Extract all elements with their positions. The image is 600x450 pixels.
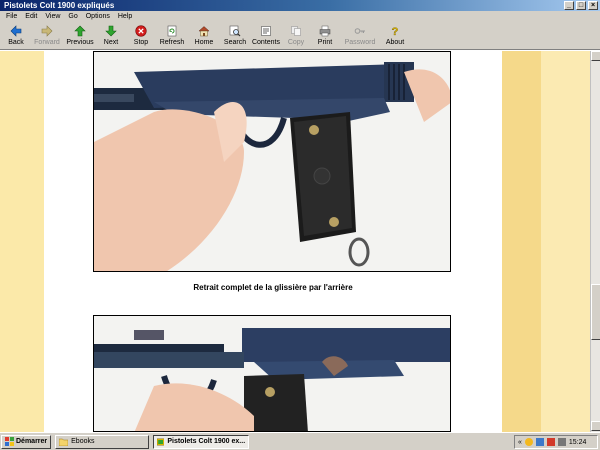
window-title: Pistolets Colt 1900 expliqués [4,1,115,10]
forward-label: Forward [34,39,60,46]
print-icon [319,25,331,37]
scroll-thumb[interactable] [591,284,600,340]
contents-icon [261,26,271,36]
pistol-photo-top [93,51,451,272]
back-label: Back [8,39,24,46]
up-arrow-icon [74,25,86,37]
forward-arrow-icon [41,25,53,37]
password-label: Password [344,39,376,46]
home-label: Home [194,39,214,46]
scroll-down-arrow[interactable] [591,421,600,431]
pistol-illustration-bottom [94,316,450,431]
window-title-bar[interactable]: Pistolets Colt 1900 expliqués _ □ × [0,0,600,11]
stop-icon [135,25,147,37]
previous-label: Previous [66,39,94,46]
svg-text:?: ? [392,26,399,37]
tray-security-icon[interactable] [524,438,533,446]
tray-network-icon[interactable] [535,438,544,446]
back-arrow-icon [10,25,22,37]
print-button[interactable]: Print [310,22,340,49]
pistol-illustration-top [94,52,450,271]
password-button[interactable]: Password [340,22,380,49]
clock[interactable]: 15:24 [569,439,587,446]
contents-button[interactable]: Contents [250,22,282,49]
previous-button[interactable]: Previous [64,22,96,49]
home-icon [198,26,210,37]
photo-caption: Retrait complet de la glissière par l'ar… [193,283,353,292]
menu-edit[interactable]: Edit [21,11,41,22]
next-label: Next [103,39,119,46]
document-page: Retrait complet de la glissière par l'ar… [44,51,502,432]
start-button[interactable]: Démarrer [1,434,52,449]
refresh-icon [167,25,177,37]
contents-label: Contents [251,39,281,46]
task-pistolets-label: Pistolets Colt 1900 ex... [167,438,246,445]
about-icon: ? [391,26,399,37]
menu-options[interactable]: Options [82,11,114,22]
tray-antivirus-icon[interactable] [546,438,555,446]
refresh-label: Refresh [159,39,185,46]
menu-file[interactable]: File [2,11,21,22]
down-arrow-icon [105,25,117,37]
maximize-button[interactable]: □ [576,1,586,10]
language-indicator[interactable]: « [518,439,522,446]
stop-button[interactable]: Stop [126,22,156,49]
scroll-up-arrow[interactable] [591,51,600,61]
task-ebooks[interactable]: Ebooks [55,434,150,449]
toolbar: Back Forward Previous Next Stop Refresh … [0,22,600,50]
task-ebooks-label: Ebooks [71,438,95,445]
menu-go[interactable]: Go [64,11,81,22]
windows-logo-icon [5,437,14,446]
menu-view[interactable]: View [41,11,64,22]
ebook-app-icon [157,438,165,445]
minimize-button[interactable]: _ [564,1,574,10]
menu-bar: File Edit View Go Options Help [0,11,600,22]
content-viewport[interactable]: Retrait complet de la glissière par l'ar… [0,51,590,432]
folder-icon [59,438,69,446]
about-label: About [385,39,405,46]
copy-button[interactable]: Copy [282,22,310,49]
system-tray: « 15:24 [514,435,598,449]
pistol-photo-bottom [93,315,451,432]
task-pistolets[interactable]: Pistolets Colt 1900 ex... [153,434,250,449]
search-button[interactable]: Search [220,22,250,49]
start-label: Démarrer [16,438,48,445]
search-icon [229,25,241,37]
menu-help[interactable]: Help [114,11,136,22]
key-icon [354,28,365,34]
copy-icon [291,26,301,36]
search-label: Search [223,39,247,46]
taskbar: Démarrer Ebooks Pistolets Colt 1900 ex..… [0,432,600,450]
stop-label: Stop [133,39,149,46]
right-outer-band [541,51,590,432]
about-button[interactable]: ? About [380,22,410,49]
copy-label: Copy [287,39,305,46]
forward-button[interactable]: Forward [30,22,64,49]
tray-volume-icon[interactable] [557,438,566,446]
close-button[interactable]: × [588,1,598,10]
back-button[interactable]: Back [2,22,30,49]
next-button[interactable]: Next [96,22,126,49]
refresh-button[interactable]: Refresh [156,22,188,49]
left-decorative-band [0,51,44,432]
right-decorative-band [502,51,541,432]
print-label: Print [317,39,333,46]
home-button[interactable]: Home [188,22,220,49]
vertical-scrollbar[interactable] [590,51,600,432]
